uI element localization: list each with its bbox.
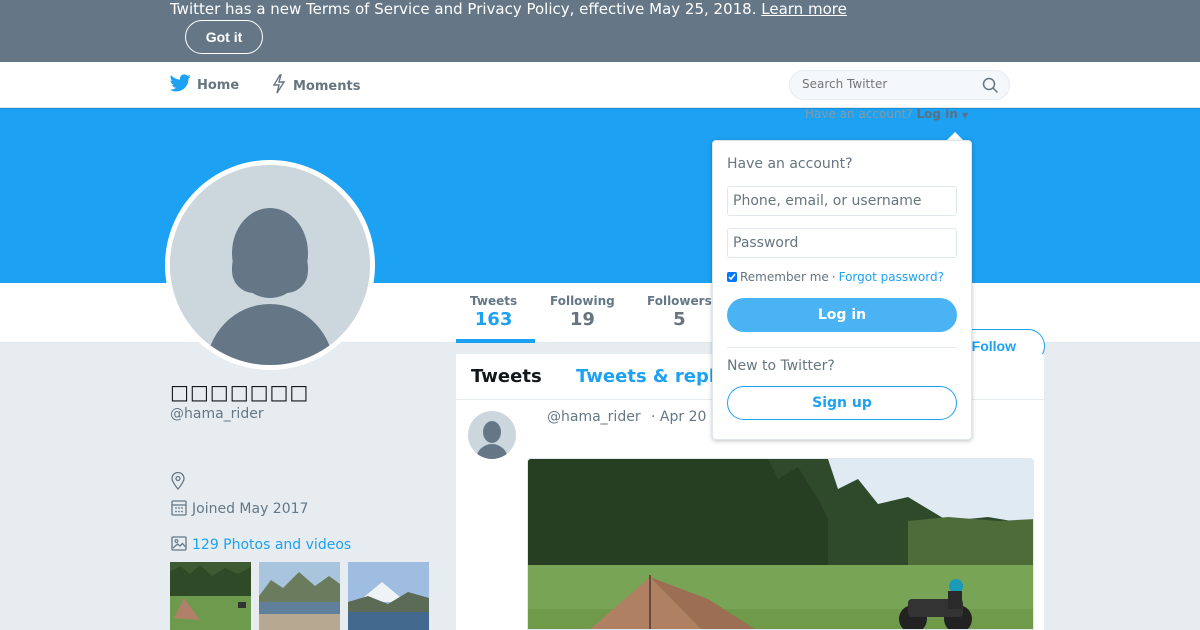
photos-videos-link[interactable]: 129 Photos and videos [170,534,351,556]
search-box[interactable] [789,70,1010,100]
tos-banner-text: Twitter has a new Terms of Service and P… [170,0,847,19]
tweet-header: @hama_rider · Apr 20 [547,409,706,425]
remember-me-label[interactable]: Remember me [740,270,829,284]
separator: · [831,270,836,284]
remember-me-checkbox[interactable] [727,272,737,282]
active-tab-indicator [456,339,535,343]
default-avatar-icon [170,165,370,365]
stat-followers-value: 5 [673,309,686,330]
twitter-bird-icon [169,74,191,96]
default-avatar-icon [476,421,508,459]
tweet-avatar[interactable] [468,411,516,459]
login-button[interactable]: Log in [727,298,957,332]
password-field[interactable] [727,228,957,258]
stat-tweets-label: Tweets [470,294,518,308]
signup-button[interactable]: Sign up [727,386,957,420]
stat-followers-label: Followers [647,294,712,308]
top-navigation: Home Moments [0,62,1200,108]
got-it-button[interactable]: Got it [185,20,263,54]
forgot-password-link[interactable]: Forgot password? [839,270,944,284]
stat-following-value: 19 [569,309,595,330]
image-icon [170,534,188,556]
stat-tweets-value: 163 [474,309,513,330]
login-dropdown-title: Have an account? [727,156,853,172]
media-thumbnail[interactable] [259,562,340,630]
stat-following[interactable]: Following 19 [550,294,615,330]
tos-message: Twitter has a new Terms of Service and P… [170,0,757,18]
profile-joined: Joined May 2017 [170,498,308,520]
login-dropdown-toggle[interactable]: Log in ▼ [916,107,968,121]
profile-location [170,471,186,494]
divider [727,347,957,348]
stat-followers[interactable]: Followers 5 [647,294,712,330]
tab-tweets[interactable]: Tweets [471,366,542,387]
tweet-handle[interactable]: @hama_rider [547,409,641,425]
profile-display-name[interactable]: □□□□□□□ [170,380,309,404]
stat-following-label: Following [550,294,615,308]
learn-more-link[interactable]: Learn more [761,0,847,18]
chevron-down-icon: ▼ [961,111,969,120]
photos-videos-label: 129 Photos and videos [192,537,352,553]
lightning-icon [271,74,287,98]
location-icon [170,471,186,494]
login-dropdown: Have an account? Remember me · Forgot pa… [712,140,972,440]
search-icon[interactable] [982,77,999,98]
media-thumbnail[interactable] [348,562,429,630]
profile-handle[interactable]: @hama_rider [170,406,264,422]
nav-moments[interactable]: Moments [271,74,360,98]
username-field[interactable] [727,186,957,216]
login-toggle-label: Log in [916,107,958,121]
profile-avatar[interactable] [165,160,375,370]
nav-moments-label: Moments [293,78,361,94]
have-account-text: Have an account? [805,107,913,121]
nav-home-label: Home [197,77,240,93]
search-input[interactable] [802,77,972,91]
new-to-twitter-text: New to Twitter? [727,358,835,374]
stat-tweets[interactable]: Tweets 163 [470,294,517,330]
nav-home[interactable]: Home [169,74,240,96]
joined-date: Joined May 2017 [192,501,309,517]
media-thumbnail[interactable] [170,562,251,630]
tweet-date[interactable]: · Apr 20 [651,409,706,425]
remember-row: Remember me · Forgot password? [727,270,944,284]
tweet-photo[interactable] [527,458,1034,630]
calendar-icon [170,498,188,520]
tos-banner: Twitter has a new Terms of Service and P… [0,0,1200,62]
have-account-prompt: Have an account? Log in ▼ [805,107,968,121]
